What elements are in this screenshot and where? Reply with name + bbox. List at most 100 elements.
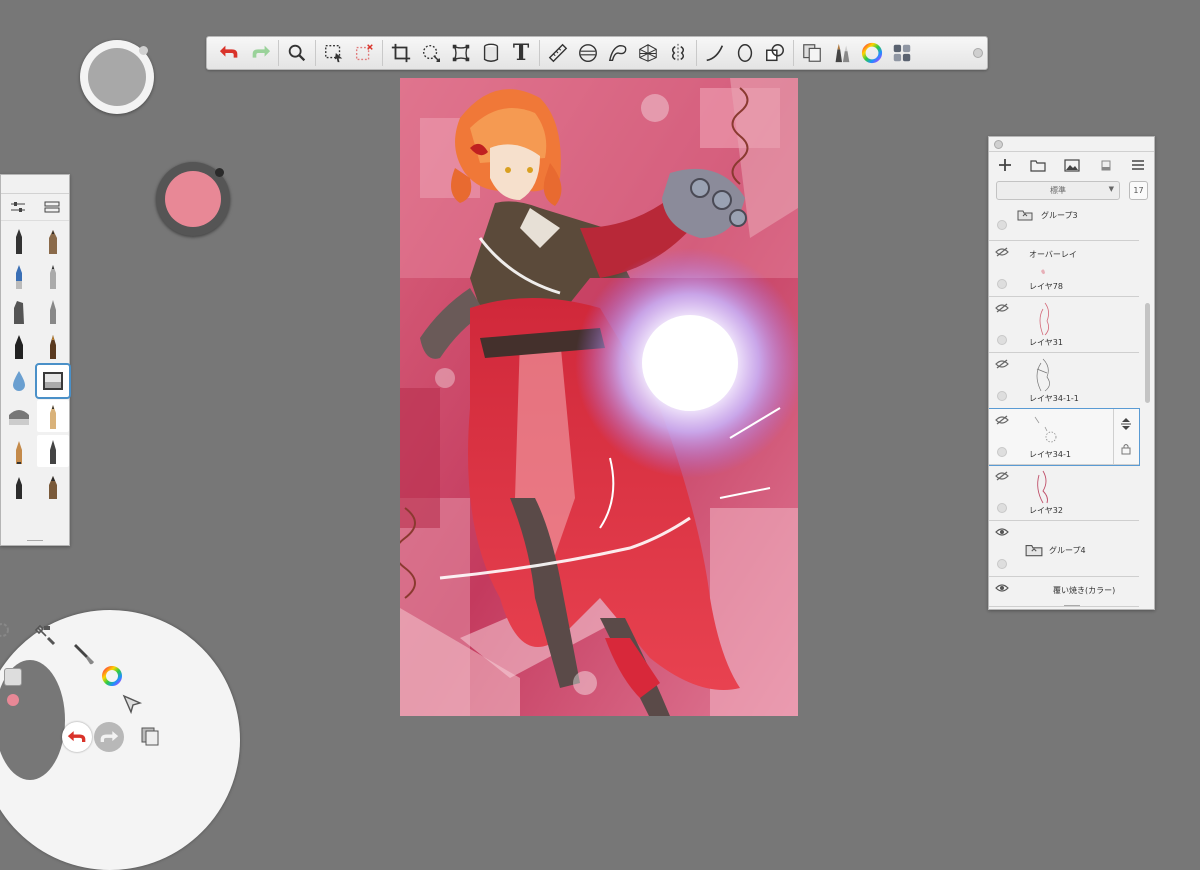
brush-felt-tip[interactable] <box>3 470 35 502</box>
layer-select-radio[interactable] <box>997 279 1007 289</box>
brush-eraser[interactable] <box>35 363 71 399</box>
ellipse-guide-button[interactable] <box>573 38 603 68</box>
brush-ink[interactable] <box>37 435 69 467</box>
lagoon-tools-button[interactable] <box>32 622 60 650</box>
ink-pen-icon <box>50 440 56 464</box>
brush-soft-pencil[interactable] <box>37 225 69 257</box>
layer-select-radio[interactable] <box>997 335 1007 345</box>
reorder-arrows-icon[interactable] <box>1120 417 1132 431</box>
lagoon-layers-button[interactable] <box>136 722 164 750</box>
ruler-icon <box>548 43 568 63</box>
layer-thumbnail <box>1036 358 1050 392</box>
layer-editor-titlebar[interactable] <box>989 137 1154 152</box>
brush-smear[interactable] <box>3 400 35 432</box>
layer-row-layer34-1[interactable]: レイヤ34-1 <box>989 408 1140 466</box>
eye-hidden-icon[interactable] <box>995 247 1009 257</box>
lagoon-brush-button[interactable] <box>70 640 98 668</box>
layer-row-group3[interactable]: グループ3 <box>989 207 1139 241</box>
eye-icon[interactable] <box>995 527 1009 537</box>
lagoon-undo-button[interactable] <box>62 722 92 752</box>
color-puck[interactable] <box>156 162 230 236</box>
layer-row-layer34-1-1[interactable]: レイヤ34-1-1 <box>989 353 1139 409</box>
brush-palette-resize-handle[interactable] <box>1 537 69 545</box>
brush-chalk[interactable] <box>3 435 35 467</box>
layer-select-radio[interactable] <box>997 391 1007 401</box>
ruler-button[interactable] <box>543 38 573 68</box>
zoom-button[interactable] <box>282 38 312 68</box>
lagoon-select-button[interactable] <box>118 690 146 718</box>
add-layer-icon[interactable] <box>998 158 1012 172</box>
text-button[interactable]: T <box>506 38 536 68</box>
selection-button[interactable] <box>319 38 349 68</box>
copy-paste-button[interactable] <box>797 38 827 68</box>
lagoon-redo-button[interactable] <box>94 722 124 752</box>
brush-airbrush[interactable] <box>37 330 69 362</box>
symmetry-button[interactable] <box>663 38 693 68</box>
blend-mode-label: 覆い焼き(カラー) <box>1053 586 1116 595</box>
eye-hidden-icon[interactable] <box>995 303 1009 313</box>
shape-button[interactable] <box>730 38 760 68</box>
brush-texture[interactable] <box>37 470 69 502</box>
layer-row-group4[interactable]: グループ4 <box>989 521 1139 577</box>
brush-palette-titlebar[interactable] <box>1 175 69 194</box>
layout-icon <box>893 44 911 62</box>
transform-button[interactable] <box>416 38 446 68</box>
selection-clear-icon <box>355 44 373 61</box>
layer-row-layer32[interactable]: レイヤ32 <box>989 465 1139 521</box>
french-curve-button[interactable] <box>603 38 633 68</box>
brushes-button[interactable] <box>827 38 857 68</box>
color-button[interactable] <box>857 38 887 68</box>
layer-editor-close-icon[interactable] <box>994 140 1003 149</box>
brush-marker[interactable] <box>3 295 35 327</box>
brush-library-icon[interactable] <box>44 200 60 214</box>
layer-select-radio[interactable] <box>997 503 1007 513</box>
layer-row-layer31[interactable]: レイヤ31 <box>989 297 1139 353</box>
ballpoint-icon <box>16 265 22 289</box>
brush-blur[interactable] <box>3 365 35 397</box>
layer-menu-icon[interactable] <box>1131 158 1145 172</box>
brush-pencil[interactable] <box>3 225 35 257</box>
lagoon-brush-preview-icon[interactable] <box>4 668 22 686</box>
eye-hidden-icon[interactable] <box>995 471 1009 481</box>
toolbar-divider <box>382 40 383 66</box>
selection-clear-button[interactable] <box>349 38 379 68</box>
distort-button[interactable] <box>446 38 476 68</box>
group-folder-icon <box>1025 544 1043 557</box>
fill-button[interactable] <box>476 38 506 68</box>
brush-ballpoint[interactable] <box>3 260 35 292</box>
toolbar-close-icon[interactable] <box>973 48 983 58</box>
layer-editor-resize-handle[interactable] <box>989 601 1154 609</box>
brush-paint[interactable] <box>37 295 69 327</box>
layer-opacity-button[interactable]: 17 <box>1129 181 1148 200</box>
undo-button[interactable] <box>215 38 245 68</box>
add-group-folder-icon[interactable] <box>1030 158 1046 172</box>
lagoon-color-swatch[interactable] <box>7 694 19 706</box>
crop-button[interactable] <box>386 38 416 68</box>
brush-technical-pen[interactable] <box>37 260 69 292</box>
eye-hidden-icon[interactable] <box>995 415 1009 425</box>
layer-select-radio[interactable] <box>997 559 1007 569</box>
eye-hidden-icon[interactable] <box>995 359 1009 369</box>
lock-icon[interactable] <box>1121 443 1131 455</box>
perspective-button[interactable] <box>633 38 663 68</box>
layout-button[interactable] <box>887 38 917 68</box>
layer-row-layer78[interactable]: オーバーレイ レイヤ78 <box>989 241 1139 297</box>
add-image-icon[interactable] <box>1064 158 1081 172</box>
clear-layer-icon[interactable] <box>1099 158 1113 172</box>
chalk-icon <box>16 441 22 464</box>
drawing-canvas[interactable] <box>400 78 798 716</box>
lagoon-settings-button[interactable] <box>0 616 16 644</box>
redo-button[interactable] <box>245 38 275 68</box>
layer-select-radio[interactable] <box>997 447 1007 457</box>
blend-mode-select[interactable]: 標準 ▼ <box>996 181 1120 200</box>
layer-list-scrollbar[interactable] <box>1145 303 1150 403</box>
brush-pastel[interactable] <box>37 400 69 432</box>
eye-icon[interactable] <box>995 583 1009 593</box>
stroke-tool-button[interactable] <box>700 38 730 68</box>
brush-properties-icon[interactable] <box>10 200 26 214</box>
lagoon-color-button[interactable] <box>98 662 126 690</box>
brush-calligraphy[interactable] <box>3 330 35 362</box>
brush-puck[interactable] <box>80 40 154 114</box>
layer-tool-button[interactable] <box>760 38 790 68</box>
layer-select-radio[interactable] <box>997 220 1007 230</box>
